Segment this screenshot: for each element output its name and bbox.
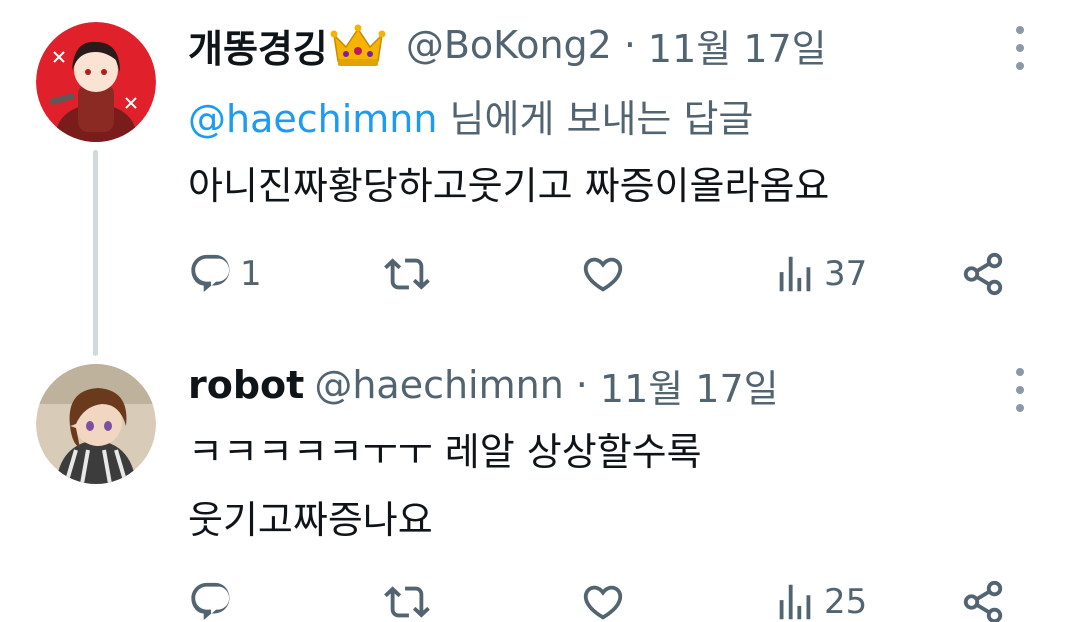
tweet-header: 개똥경깅 @BoKong2 · 11월 17일 [188,16,827,74]
avatar-illustration [36,22,156,142]
crown-icon [330,24,386,66]
like-button[interactable] [580,572,632,622]
tweet-text: ㅋㅋㅋㅋㅋㅜㅜ 레알 상상할수록 웃기고짜증나요 [188,418,702,554]
share-icon [963,580,1003,622]
more-options-icon[interactable] [1008,368,1032,412]
views-icon [779,256,811,292]
tweet-header: robot @haechimnn · 11월 17일 [188,356,779,414]
reply-icon [191,254,230,293]
tweet-haechimnn[interactable]: robot @haechimnn · 11월 17일 ㅋㅋㅋㅋㅋㅜㅜ 레알 상상… [0,350,1080,622]
share-button[interactable] [960,244,1006,304]
avatar[interactable] [36,364,156,484]
tweet-text-line: 웃기고짜증나요 [188,498,433,542]
views-count: 37 [824,254,868,294]
retweet-button[interactable] [384,572,436,622]
reply-to-suffix: 님에게 보내는 답글 [437,97,754,141]
tweet-actions: 1 37 [188,244,1018,304]
tweet-text: 아니진짜황당하고웃기고 짜증이올라옴요 [188,152,829,220]
reply-icon [191,582,230,621]
views-icon [779,584,811,620]
heart-icon [583,257,623,292]
timestamp[interactable]: 11월 17일 [600,358,779,413]
retweet-icon [384,258,430,290]
retweet-icon [384,586,430,618]
display-name[interactable]: robot [188,363,304,407]
reply-count: 1 [240,254,262,294]
avatar[interactable] [36,22,156,142]
tweet-bokong2[interactable]: 개똥경깅 @BoKong2 · 11월 17일 @haechimnn 님에게 보… [0,0,1080,356]
views-button[interactable]: 37 [772,244,867,304]
tweet-text-line: 아니진짜황당하고웃기고 짜증이올라옴요 [188,164,830,208]
like-button[interactable] [580,244,632,304]
tweet-actions: 25 [188,572,1018,622]
reply-button[interactable] [188,572,240,622]
avatar-illustration [36,364,156,484]
display-name[interactable]: 개똥경깅 [188,18,328,73]
share-icon [963,252,1003,296]
views-button[interactable]: 25 [772,572,867,622]
reply-button[interactable]: 1 [188,244,262,304]
share-button[interactable] [960,572,1006,622]
heart-icon [583,585,623,620]
reply-mention-link[interactable]: @haechimnn [188,97,437,141]
timestamp[interactable]: 11월 17일 [648,18,827,73]
handle[interactable]: @BoKong2 [406,23,612,67]
reply-thread: 개똥경깅 @BoKong2 · 11월 17일 @haechimnn 님에게 보… [0,0,1080,622]
separator-dot: · [623,23,636,67]
retweet-button[interactable] [384,244,436,304]
views-count: 25 [824,582,868,622]
tweet-text-line: ㅋㅋㅋㅋㅋㅜㅜ 레알 상상할수록 [188,430,702,474]
separator-dot: · [575,363,588,407]
more-options-icon[interactable] [1008,26,1032,70]
handle[interactable]: @haechimnn [314,363,563,407]
thread-connector-line [93,150,98,356]
replying-to: @haechimnn 님에게 보내는 답글 [188,88,753,143]
